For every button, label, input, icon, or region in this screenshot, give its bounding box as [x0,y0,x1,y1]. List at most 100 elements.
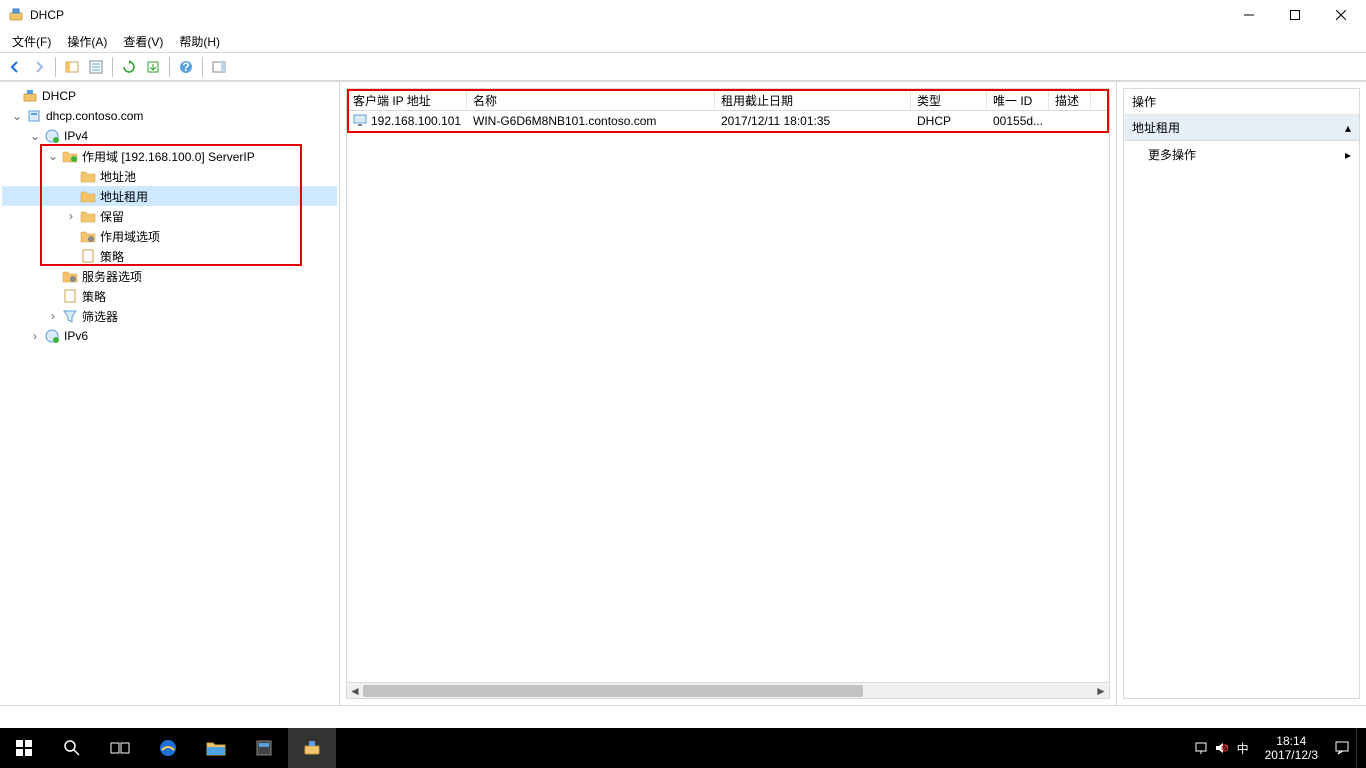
dhcp-app-icon [8,7,24,23]
taskbar-app-ie[interactable] [144,728,192,768]
dhcp-icon [22,88,38,104]
tree-label: DHCP [42,89,82,103]
cell-description [1049,119,1091,123]
tree-ipv6[interactable]: › IPv6 [2,326,337,346]
collapse-icon[interactable]: ⌄ [46,149,60,163]
cell-unique-id: 00155d... [987,112,1049,130]
maximize-button[interactable] [1272,0,1318,30]
tray-network-icon[interactable] [1191,728,1211,768]
actions-section-header[interactable]: 地址租用 ▴ [1124,115,1359,141]
scroll-right-icon[interactable]: ► [1093,683,1109,699]
col-type[interactable]: 类型 [911,89,987,110]
svg-text:?: ? [182,60,189,74]
cell-name: WIN-G6D6M8NB101.contoso.com [467,112,715,130]
task-view-button[interactable] [96,728,144,768]
tree-label: 保留 [100,208,130,225]
tray-time: 18:14 [1265,734,1318,748]
back-button[interactable] [4,56,26,78]
refresh-button[interactable] [118,56,140,78]
tree-pane[interactable]: DHCP ⌄ dhcp.contoso.com ⌄ IPv4 ⌄ 作用域 [19… [0,82,340,705]
chevron-right-icon: ▸ [1345,148,1351,162]
tree-root-dhcp[interactable]: DHCP [2,86,337,106]
show-hide-tree-button[interactable] [61,56,83,78]
tree-address-leases[interactable]: 地址租用 [2,186,337,206]
lease-row[interactable]: 192.168.100.101 WIN-G6D6M8NB101.contoso.… [347,111,1109,131]
menu-action[interactable]: 操作(A) [59,33,115,50]
cell-ip: 192.168.100.101 [347,111,467,132]
properties-button[interactable] [85,56,107,78]
window-title: DHCP [30,8,64,22]
col-unique-id[interactable]: 唯一 ID [987,89,1049,110]
tree-scope-policies[interactable]: 策略 [2,246,337,266]
grid-header: 客户端 IP 地址 名称 租用截止日期 类型 唯一 ID 描述 [347,89,1109,111]
tree-label: IPv6 [64,329,94,343]
minimize-button[interactable] [1226,0,1272,30]
tree-filters[interactable]: › 筛选器 [2,306,337,326]
tree-label: 策略 [82,288,112,305]
options-icon [62,268,78,284]
tree-address-pool[interactable]: 地址池 [2,166,337,186]
tree-label: 服务器选项 [82,268,148,285]
tree-label: 作用域选项 [100,228,166,245]
taskbar-app-explorer[interactable] [192,728,240,768]
menu-view[interactable]: 查看(V) [115,33,171,50]
tree-scope-options[interactable]: 作用域选项 [2,226,337,246]
cell-expiration: 2017/12/11 18:01:35 [715,112,911,130]
tree-scope[interactable]: ⌄ 作用域 [192.168.100.0] ServerIP [2,146,337,166]
tree-ipv4[interactable]: ⌄ IPv4 [2,126,337,146]
help-button[interactable]: ? [175,56,197,78]
taskbar-app-server-manager[interactable] [240,728,288,768]
start-button[interactable] [0,728,48,768]
actions-section-label: 地址租用 [1132,119,1180,136]
horizontal-scrollbar[interactable]: ◄ ► [347,682,1109,698]
expand-icon[interactable]: › [28,329,42,343]
server-icon [26,108,42,124]
tree-label: IPv4 [64,129,94,143]
folder-icon [80,208,96,224]
col-name[interactable]: 名称 [467,89,715,110]
taskbar-app-dhcp[interactable] [288,728,336,768]
tray-ime[interactable]: 中 [1231,728,1255,768]
taskbar: 中 18:14 2017/12/3 [0,728,1366,768]
menu-help[interactable]: 帮助(H) [171,33,228,50]
scope-icon [62,148,78,164]
titlebar: DHCP [0,0,1366,30]
tree-reservations[interactable]: › 保留 [2,206,337,226]
tree-server[interactable]: ⌄ dhcp.contoso.com [2,106,337,126]
expand-icon[interactable]: › [64,209,78,223]
tray-volume-icon[interactable] [1211,728,1231,768]
search-button[interactable] [48,728,96,768]
options-icon [80,228,96,244]
collapse-icon[interactable]: ⌄ [10,109,24,123]
show-hide-actions-button[interactable] [208,56,230,78]
menu-file[interactable]: 文件(F) [4,33,59,50]
tree-label: 地址租用 [100,188,154,205]
col-client-ip[interactable]: 客户端 IP 地址 [347,89,467,110]
list-pane: 客户端 IP 地址 名称 租用截止日期 类型 唯一 ID 描述 192.168.… [340,82,1116,705]
cell-type: DHCP [911,112,987,130]
content-area: DHCP ⌄ dhcp.contoso.com ⌄ IPv4 ⌄ 作用域 [19… [0,81,1366,705]
tree-label: 地址池 [100,168,142,185]
collapse-icon[interactable]: ⌄ [28,129,42,143]
scroll-left-icon[interactable]: ◄ [347,683,363,699]
scroll-thumb[interactable] [363,685,863,697]
tray-clock[interactable]: 18:14 2017/12/3 [1255,734,1328,763]
col-lease-expiration[interactable]: 租用截止日期 [715,89,911,110]
ipv4-icon [44,128,60,144]
show-desktop-button[interactable] [1356,728,1362,768]
statusbar [0,705,1366,727]
tree-label: 筛选器 [82,308,124,325]
actions-pane: 操作 地址租用 ▴ 更多操作 ▸ [1116,82,1366,705]
tray-action-center-icon[interactable] [1328,728,1356,768]
tree-server-options[interactable]: 服务器选项 [2,266,337,286]
tree-server-policies[interactable]: 策略 [2,286,337,306]
close-button[interactable] [1318,0,1364,30]
lease-grid[interactable]: 客户端 IP 地址 名称 租用截止日期 类型 唯一 ID 描述 192.168.… [346,88,1110,699]
actions-more[interactable]: 更多操作 ▸ [1124,141,1359,168]
forward-button[interactable] [28,56,50,78]
col-description[interactable]: 描述 [1049,89,1091,110]
export-button[interactable] [142,56,164,78]
toolbar: ? [0,53,1366,81]
expand-icon[interactable]: › [46,309,60,323]
folder-icon [80,168,96,184]
